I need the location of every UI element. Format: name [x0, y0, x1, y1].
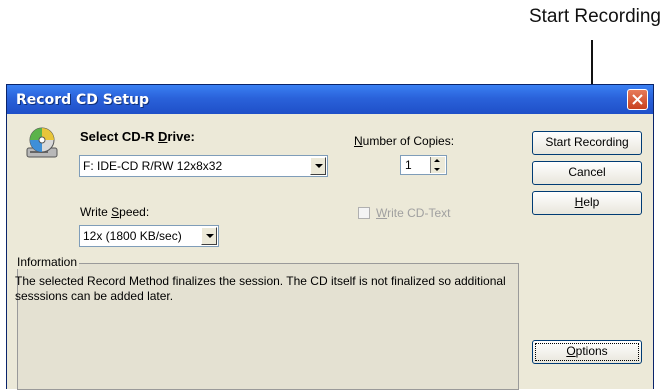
- close-button[interactable]: [627, 89, 648, 110]
- speed-select-value: 12x (1800 KB/sec): [83, 229, 182, 243]
- help-button[interactable]: Help: [532, 191, 642, 215]
- chevron-down-icon[interactable]: [310, 157, 326, 175]
- cd-drive-icon: [26, 127, 58, 158]
- copies-label: Number of Copies:: [354, 134, 455, 148]
- write-cd-text-label: Write CD-Text: [376, 206, 451, 220]
- close-icon: [632, 94, 643, 105]
- information-text: The selected Record Method finalizes the…: [15, 274, 506, 303]
- copies-stepper[interactable]: 1: [400, 155, 447, 175]
- title-bar[interactable]: Record CD Setup: [7, 85, 653, 114]
- write-cd-text-checkbox[interactable]: [358, 207, 370, 219]
- information-legend: Information: [15, 255, 80, 269]
- copies-value: 1: [405, 158, 412, 172]
- write-speed-label: Write Speed:: [80, 205, 150, 219]
- record-cd-setup-dialog: Record CD Setup Select CD-R Drive: F: ID…: [6, 84, 654, 390]
- select-drive-label: Select CD-R Drive:: [80, 129, 195, 144]
- drive-select-value: F: IDE-CD R/RW 12x8x32: [83, 159, 223, 173]
- start-recording-button[interactable]: Start Recording: [532, 131, 642, 155]
- chevron-down-icon[interactable]: [201, 227, 217, 245]
- speed-select[interactable]: 12x (1800 KB/sec): [79, 225, 219, 247]
- options-button[interactable]: Options: [532, 340, 642, 364]
- window-title: Record CD Setup: [16, 92, 150, 108]
- cancel-button[interactable]: Cancel: [532, 161, 642, 185]
- stepper-arrows-icon[interactable]: [430, 157, 445, 173]
- callout-label: Start Recording: [528, 6, 661, 27]
- drive-select[interactable]: F: IDE-CD R/RW 12x8x32: [79, 155, 328, 177]
- dialog-body: Select CD-R Drive: F: IDE-CD R/RW 12x8x3…: [7, 114, 653, 390]
